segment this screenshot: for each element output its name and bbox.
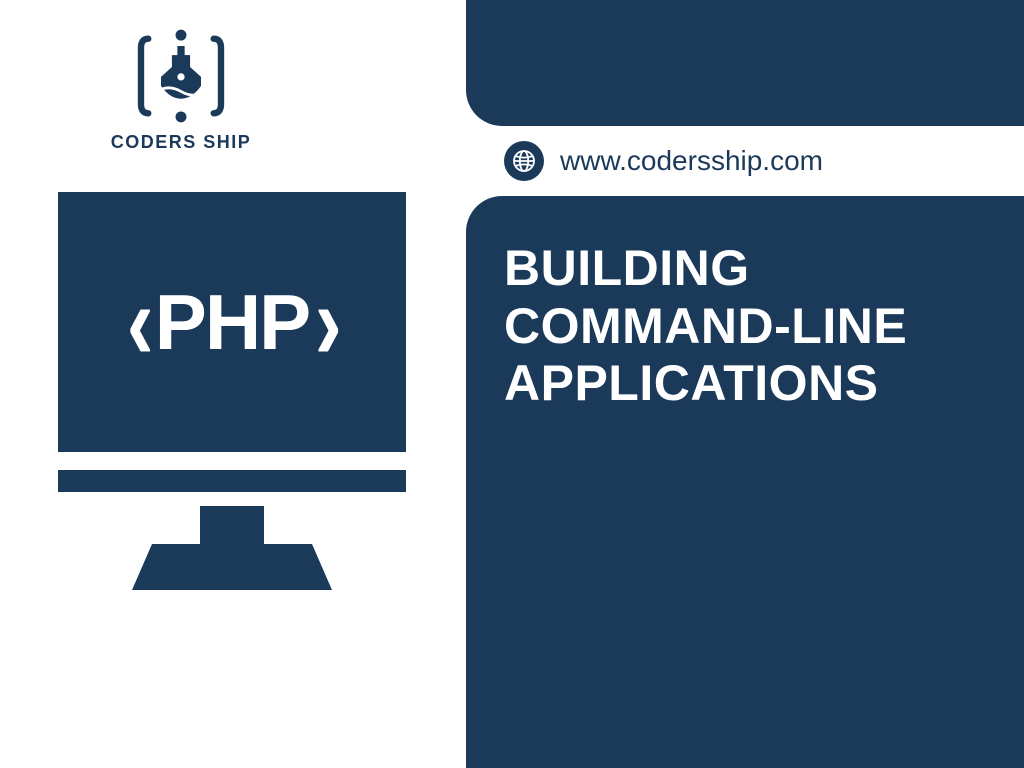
angle-left-icon: ‹ <box>127 295 149 349</box>
angle-right-icon: › <box>315 295 337 349</box>
brand-name: CODERS SHIP <box>106 132 256 153</box>
php-tag: ‹ PHP › <box>123 277 341 368</box>
headline-line-1: BUILDING <box>504 240 996 298</box>
php-label: PHP <box>155 277 309 368</box>
headline-panel: BUILDING COMMAND-LINE APPLICATIONS <box>466 196 1024 768</box>
monitor-screen: ‹ PHP › <box>58 192 406 452</box>
globe-icon <box>504 141 544 181</box>
headline-line-2: COMMAND-LINE <box>504 298 996 356</box>
website-strip: www.codersship.com <box>466 126 1024 196</box>
monitor-bezel <box>58 470 406 492</box>
ship-logo-icon <box>126 26 236 126</box>
php-monitor-illustration: ‹ PHP › <box>58 192 406 590</box>
website-url: www.codersship.com <box>560 145 823 177</box>
brand-logo: CODERS SHIP <box>106 26 256 153</box>
headline: BUILDING COMMAND-LINE APPLICATIONS <box>504 240 996 413</box>
top-right-panel <box>466 0 1024 126</box>
monitor-base <box>132 544 332 590</box>
monitor-neck <box>200 506 264 544</box>
headline-line-3: APPLICATIONS <box>504 355 996 413</box>
